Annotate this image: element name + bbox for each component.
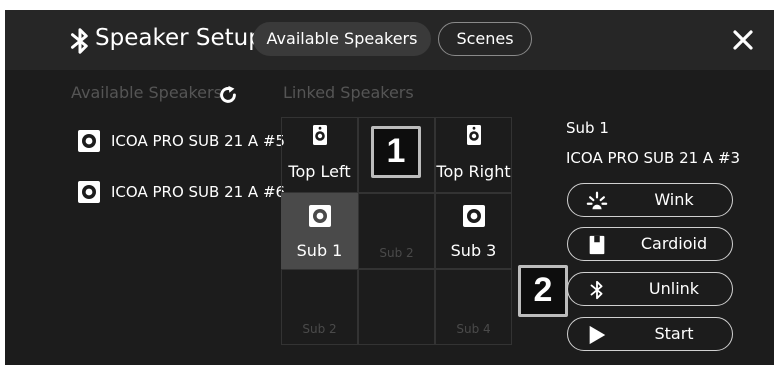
start-button[interactable]: Start [567, 317, 733, 351]
wink-label: Wink [654, 190, 694, 209]
speaker-icon [462, 205, 485, 227]
slot-sub-2[interactable]: Sub 2 [358, 193, 435, 269]
start-label: Start [654, 324, 694, 343]
selected-speaker-model: ICOA PRO SUB 21 A #3 [566, 149, 741, 167]
bluetooth-icon [590, 280, 603, 300]
light-icon [586, 191, 608, 210]
tab-available-speakers[interactable]: Available Speakers [253, 22, 431, 56]
speaker-name: ICOA PRO SUB 21 A #6 [111, 183, 286, 201]
speaker-name: ICOA PRO SUB 21 A #5 [111, 132, 286, 150]
slot-label: Sub 3 [450, 241, 497, 260]
cardioid-button[interactable]: Cardioid [567, 227, 733, 261]
available-speaker-item[interactable]: ICOA PRO SUB 21 A #5 [77, 128, 285, 154]
slot-bottom-center[interactable] [358, 269, 435, 345]
linked-speakers-label: Linked Speakers [283, 83, 414, 102]
slot-sub-4[interactable]: Sub 4 [435, 269, 512, 345]
wink-button[interactable]: Wink [567, 183, 733, 217]
slot-label: Top Right [436, 162, 511, 181]
slot-label: Sub 4 [456, 322, 491, 336]
available-speaker-item[interactable]: ICOA PRO SUB 21 A #6 [77, 179, 285, 205]
speaker-icon [466, 125, 481, 145]
selected-speaker-name: Sub 1 [566, 119, 609, 137]
slot-label: Sub 2 [302, 322, 337, 336]
play-icon [589, 325, 606, 345]
speaker-icon [308, 205, 331, 227]
callout-badge-2: 2 [518, 265, 568, 317]
bluetooth-icon [71, 28, 88, 54]
speaker-icon [78, 181, 100, 203]
slot-label: Sub 1 [296, 241, 343, 260]
close-icon[interactable] [731, 28, 755, 52]
cardioid-icon [589, 235, 605, 255]
cardioid-label: Cardioid [640, 234, 708, 253]
speaker-setup-dialog: Speaker Setup Available Speakers Scenes … [5, 10, 774, 365]
unlink-button[interactable]: Unlink [567, 272, 733, 306]
refresh-icon[interactable] [217, 84, 239, 106]
slot-label: Top Left [288, 162, 351, 181]
slot-sub-1[interactable]: Sub 1 [281, 193, 358, 269]
speaker-icon [312, 125, 327, 145]
slot-label: Sub 2 [379, 246, 414, 260]
available-speakers-label: Available Speakers [71, 83, 222, 102]
tab-label: Available Speakers [266, 29, 418, 48]
app-title: Speaker Setup [95, 25, 263, 51]
slot-sub-3[interactable]: Sub 3 [435, 193, 512, 269]
tab-scenes[interactable]: Scenes [438, 22, 532, 56]
callout-badge-1: 1 [371, 126, 421, 178]
title-bar: Speaker Setup Available Speakers Scenes [5, 10, 774, 70]
speaker-icon [78, 130, 100, 152]
tab-label: Scenes [456, 29, 514, 48]
slot-top-left[interactable]: Top Left [281, 117, 358, 193]
slot-top-right[interactable]: Top Right [435, 117, 512, 193]
slot-sub-2-bottom[interactable]: Sub 2 [281, 269, 358, 345]
unlink-label: Unlink [648, 279, 700, 298]
